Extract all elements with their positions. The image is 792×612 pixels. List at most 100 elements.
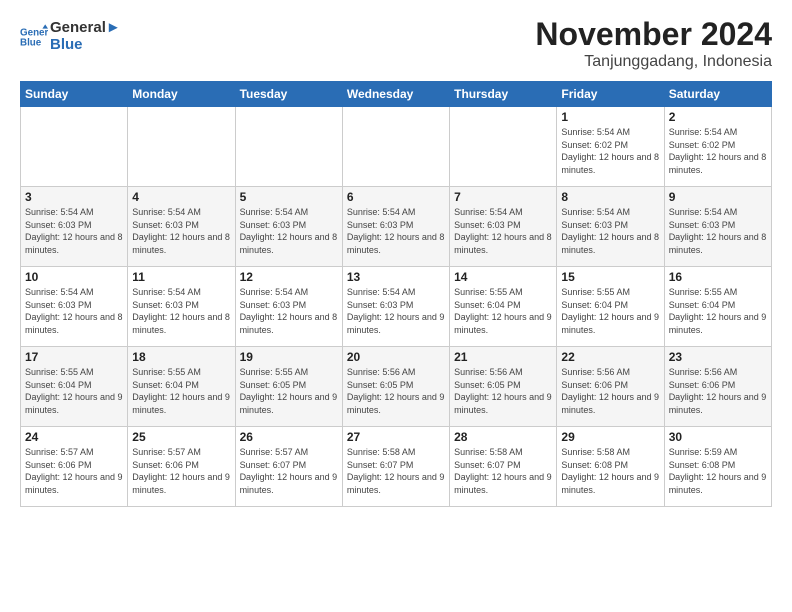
day-number: 9	[669, 190, 767, 204]
calendar-cell	[342, 107, 449, 187]
day-info: Sunrise: 5:54 AM Sunset: 6:03 PM Dayligh…	[240, 286, 338, 336]
calendar-cell: 24 Sunrise: 5:57 AM Sunset: 6:06 PM Dayli…	[21, 427, 128, 507]
calendar-cell: 8 Sunrise: 5:54 AM Sunset: 6:03 PM Daylig…	[557, 187, 664, 267]
day-info: Sunrise: 5:56 AM Sunset: 6:06 PM Dayligh…	[669, 366, 767, 416]
day-number: 6	[347, 190, 445, 204]
logo-text: General► Blue	[50, 20, 121, 53]
day-number: 12	[240, 270, 338, 284]
day-info: Sunrise: 5:58 AM Sunset: 6:07 PM Dayligh…	[347, 446, 445, 496]
day-number: 16	[669, 270, 767, 284]
day-info: Sunrise: 5:54 AM Sunset: 6:03 PM Dayligh…	[561, 206, 659, 256]
weekday-header-sunday: Sunday	[21, 82, 128, 107]
location-title: Tanjunggadang, Indonesia	[535, 53, 772, 71]
day-number: 27	[347, 430, 445, 444]
calendar-cell	[128, 107, 235, 187]
header: General Blue General► Blue November 2024…	[20, 16, 772, 71]
calendar-cell: 30Sunrise: 5:59 AM Sunset: 6:08 PM Dayli…	[664, 427, 771, 507]
weekday-header-thursday: Thursday	[450, 82, 557, 107]
day-number: 22	[561, 350, 659, 364]
day-info: Sunrise: 5:55 AM Sunset: 6:04 PM Dayligh…	[561, 286, 659, 336]
day-number: 8	[561, 190, 659, 204]
calendar-cell: 17Sunrise: 5:55 AM Sunset: 6:04 PM Dayli…	[21, 347, 128, 427]
weekday-header-friday: Friday	[557, 82, 664, 107]
day-info: Sunrise: 5:54 AM Sunset: 6:03 PM Dayligh…	[347, 286, 445, 336]
calendar-cell: 3Sunrise: 5:54 AM Sunset: 6:03 PM Daylig…	[21, 187, 128, 267]
calendar-cell: 11 Sunrise: 5:54 AM Sunset: 6:03 PM Dayli…	[128, 267, 235, 347]
day-number: 10	[25, 270, 123, 284]
day-number: 21	[454, 350, 552, 364]
day-number: 25	[132, 430, 230, 444]
day-number: 30	[669, 430, 767, 444]
calendar-cell: 9 Sunrise: 5:54 AM Sunset: 6:03 PM Daylig…	[664, 187, 771, 267]
weekday-header-wednesday: Wednesday	[342, 82, 449, 107]
day-number: 11	[132, 270, 230, 284]
calendar-cell: 25 Sunrise: 5:57 AM Sunset: 6:06 PM Dayli…	[128, 427, 235, 507]
day-info: Sunrise: 5:57 AM Sunset: 6:07 PM Dayligh…	[240, 446, 338, 496]
calendar-cell: 21 Sunrise: 5:56 AM Sunset: 6:05 PM Dayli…	[450, 347, 557, 427]
title-area: November 2024 Tanjunggadang, Indonesia	[535, 16, 772, 71]
calendar-cell: 7Sunrise: 5:54 AM Sunset: 6:03 PM Daylig…	[450, 187, 557, 267]
calendar-cell: 13 Sunrise: 5:54 AM Sunset: 6:03 PM Dayli…	[342, 267, 449, 347]
calendar-cell: 14Sunrise: 5:55 AM Sunset: 6:04 PM Dayli…	[450, 267, 557, 347]
week-row-4: 17 Sunrise: 5:55 AM Sunset: 6:04 PM Dayli…	[21, 347, 772, 427]
week-row-5: 24 Sunrise: 5:57 AM Sunset: 6:06 PM Dayli…	[21, 427, 772, 507]
day-number: 7	[454, 190, 552, 204]
day-info: Sunrise: 5:55 AM Sunset: 6:05 PM Dayligh…	[240, 366, 338, 416]
page: General Blue General► Blue November 2024…	[0, 0, 792, 612]
weekday-header-monday: Monday	[128, 82, 235, 107]
calendar-cell: 20Sunrise: 5:56 AM Sunset: 6:05 PM Dayli…	[342, 347, 449, 427]
svg-text:Blue: Blue	[20, 37, 42, 48]
week-row-3: 10 Sunrise: 5:54 AM Sunset: 6:03 PM Dayli…	[21, 267, 772, 347]
day-info: Sunrise: 5:57 AM Sunset: 6:06 PM Dayligh…	[25, 446, 123, 496]
day-info: Sunrise: 5:54 AM Sunset: 6:03 PM Dayligh…	[132, 206, 230, 256]
day-number: 13	[347, 270, 445, 284]
calendar-cell: 18 Sunrise: 5:55 AM Sunset: 6:04 PM Dayli…	[128, 347, 235, 427]
calendar-cell: 1 Sunrise: 5:54 AM Sunset: 6:02 PM Daylig…	[557, 107, 664, 187]
day-number: 3	[25, 190, 123, 204]
calendar-cell: 23 Sunrise: 5:56 AM Sunset: 6:06 PM Dayli…	[664, 347, 771, 427]
day-number: 17	[25, 350, 123, 364]
day-number: 5	[240, 190, 338, 204]
week-row-2: 3 Sunrise: 5:54 AM Sunset: 6:03 PM Daylig…	[21, 187, 772, 267]
day-info: Sunrise: 5:54 AM Sunset: 6:03 PM Dayligh…	[669, 206, 767, 256]
calendar-cell	[450, 107, 557, 187]
day-number: 18	[132, 350, 230, 364]
calendar-cell: 4 Sunrise: 5:54 AM Sunset: 6:03 PM Daylig…	[128, 187, 235, 267]
calendar-cell: 29 Sunrise: 5:58 AM Sunset: 6:08 PM Dayli…	[557, 427, 664, 507]
day-info: Sunrise: 5:54 AM Sunset: 6:03 PM Dayligh…	[132, 286, 230, 336]
day-info: Sunrise: 5:57 AM Sunset: 6:06 PM Dayligh…	[132, 446, 230, 496]
month-title: November 2024	[535, 16, 772, 53]
day-number: 20	[347, 350, 445, 364]
calendar-cell	[235, 107, 342, 187]
day-info: Sunrise: 5:54 AM Sunset: 6:03 PM Dayligh…	[347, 206, 445, 256]
day-info: Sunrise: 5:56 AM Sunset: 6:06 PM Dayligh…	[561, 366, 659, 416]
day-info: Sunrise: 5:58 AM Sunset: 6:07 PM Dayligh…	[454, 446, 552, 496]
day-info: Sunrise: 5:55 AM Sunset: 6:04 PM Dayligh…	[669, 286, 767, 336]
calendar-cell: 26 Sunrise: 5:57 AM Sunset: 6:07 PM Dayli…	[235, 427, 342, 507]
day-number: 19	[240, 350, 338, 364]
day-number: 2	[669, 110, 767, 124]
day-number: 23	[669, 350, 767, 364]
day-info: Sunrise: 5:54 AM Sunset: 6:02 PM Dayligh…	[561, 126, 659, 176]
day-info: Sunrise: 5:55 AM Sunset: 6:04 PM Dayligh…	[132, 366, 230, 416]
calendar-cell	[21, 107, 128, 187]
calendar-cell: 10Sunrise: 5:54 AM Sunset: 6:03 PM Dayli…	[21, 267, 128, 347]
day-info: Sunrise: 5:56 AM Sunset: 6:05 PM Dayligh…	[454, 366, 552, 416]
week-row-1: 1 Sunrise: 5:54 AM Sunset: 6:02 PM Daylig…	[21, 107, 772, 187]
day-number: 1	[561, 110, 659, 124]
calendar-cell: 6 Sunrise: 5:54 AM Sunset: 6:03 PM Daylig…	[342, 187, 449, 267]
calendar-cell: 22 Sunrise: 5:56 AM Sunset: 6:06 PM Dayli…	[557, 347, 664, 427]
day-number: 29	[561, 430, 659, 444]
calendar-cell: 28 Sunrise: 5:58 AM Sunset: 6:07 PM Dayli…	[450, 427, 557, 507]
weekday-header-saturday: Saturday	[664, 82, 771, 107]
logo: General Blue General► Blue	[20, 20, 121, 53]
day-number: 4	[132, 190, 230, 204]
calendar-cell: 15Sunrise: 5:55 AM Sunset: 6:04 PM Dayli…	[557, 267, 664, 347]
day-number: 28	[454, 430, 552, 444]
weekday-header-tuesday: Tuesday	[235, 82, 342, 107]
day-info: Sunrise: 5:58 AM Sunset: 6:08 PM Dayligh…	[561, 446, 659, 496]
calendar-cell: 12 Sunrise: 5:54 AM Sunset: 6:03 PM Dayli…	[235, 267, 342, 347]
day-number: 24	[25, 430, 123, 444]
calendar-cell: 27 Sunrise: 5:58 AM Sunset: 6:07 PM Dayli…	[342, 427, 449, 507]
day-number: 26	[240, 430, 338, 444]
